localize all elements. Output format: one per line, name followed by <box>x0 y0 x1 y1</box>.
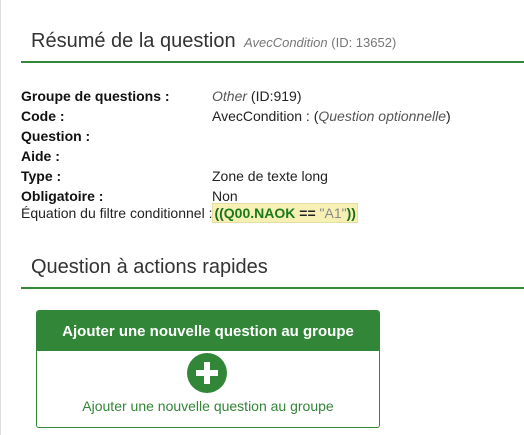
help-label: Aide : <box>21 148 60 164</box>
group-value: Other (ID:919) <box>212 86 451 106</box>
code-optional: Question optionnelle <box>318 108 447 124</box>
summary-divider <box>21 61 524 63</box>
help-value <box>212 146 451 166</box>
condition-equation-row: Équation du filtre conditionnel : ((Q00.N… <box>21 203 358 223</box>
quick-actions-title: Question à actions rapides <box>31 256 268 278</box>
question-code-subtitle: AvecCondition (ID: 13652) <box>244 35 396 50</box>
group-label: Groupe de questions : <box>21 88 170 104</box>
equation-value: "A1" <box>319 205 347 221</box>
mandatory-label: Obligatoire : <box>21 188 104 204</box>
code-text: AvecCondition : ( <box>212 108 319 124</box>
info-row-help: Aide : <box>21 146 451 166</box>
equation-variable: Q00.NAOK <box>223 205 296 221</box>
left-border <box>0 0 1 435</box>
info-row-group: Groupe de questions : Other (ID:919) <box>21 86 451 106</box>
code-value: AvecCondition : (Question optionnelle) <box>212 106 451 126</box>
group-id: (ID:919) <box>250 88 302 104</box>
question-id: (ID: 13652) <box>331 35 397 50</box>
question-summary-title: Résumé de la question AvecCondition (ID:… <box>31 30 396 53</box>
code-close: ) <box>446 108 451 124</box>
info-row-question: Question : <box>21 126 451 146</box>
info-row-code: Code : AvecCondition : (Question optionn… <box>21 106 451 126</box>
equation-open-paren: (( <box>214 205 224 221</box>
plus-circle-icon[interactable] <box>187 353 227 393</box>
info-row-type: Type : Zone de texte long <box>21 166 451 186</box>
equation-operator: == <box>295 205 320 221</box>
quick-actions-divider <box>21 287 524 289</box>
equation-expression: ((Q00.NAOK == "A1")) <box>212 203 358 223</box>
question-label: Question : <box>21 128 91 144</box>
code-label: Code : <box>21 108 65 124</box>
add-question-panel[interactable]: Ajouter une nouvelle question au groupe … <box>36 310 380 428</box>
question-info-table: Groupe de questions : Other (ID:919) Cod… <box>21 86 451 206</box>
type-label: Type : <box>21 168 62 184</box>
equation-label: Équation du filtre conditionnel : <box>21 205 213 221</box>
question-value <box>212 126 451 146</box>
group-name: Other <box>212 88 248 104</box>
add-question-panel-title: Ajouter une nouvelle question au groupe <box>37 311 379 351</box>
question-code: AvecCondition <box>244 35 328 50</box>
add-question-link[interactable]: Ajouter une nouvelle question au groupe <box>37 398 379 414</box>
type-value: Zone de texte long <box>212 168 328 184</box>
equation-close-paren: )) <box>346 205 356 221</box>
summary-heading: Résumé de la question <box>31 30 236 52</box>
